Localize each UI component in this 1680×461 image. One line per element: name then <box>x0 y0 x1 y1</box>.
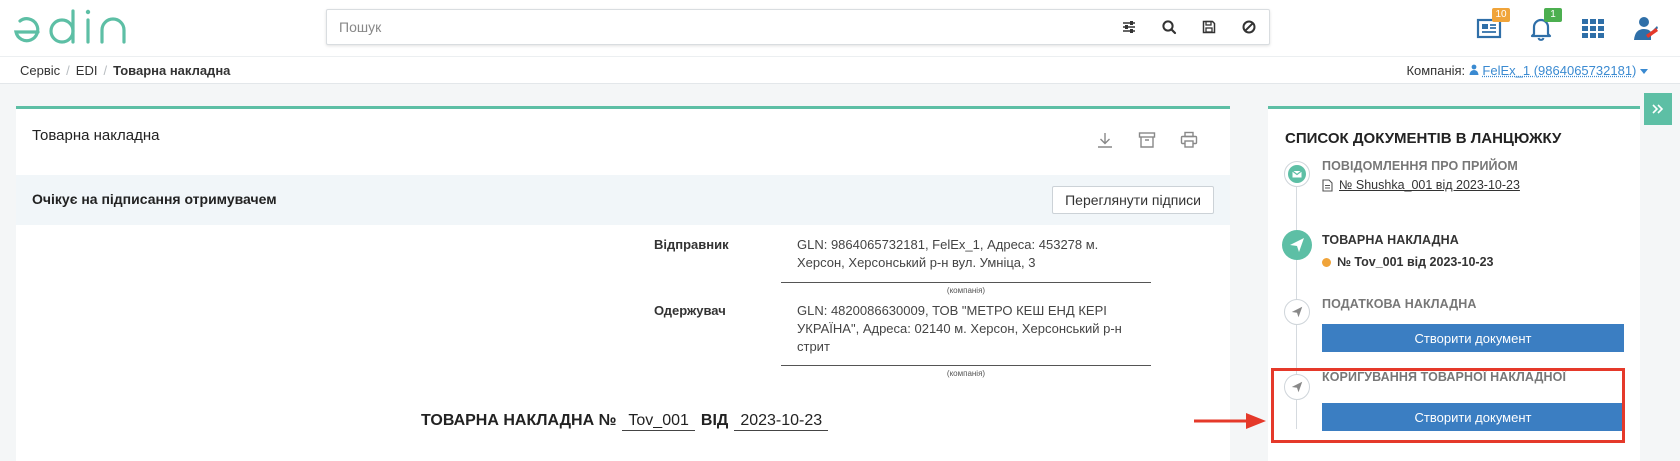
envelope-icon <box>1288 165 1306 183</box>
sliders-icon <box>1123 21 1135 33</box>
send-icon <box>1291 306 1303 318</box>
save-icon <box>1202 20 1216 34</box>
avatar-icon <box>1634 17 1658 40</box>
view-signatures-button[interactable]: Переглянути підписи <box>1052 186 1214 214</box>
ban-icon <box>1242 20 1256 34</box>
breadcrumb-current: Товарна накладна <box>113 63 231 78</box>
chain-item-subtitle: № Tov_001 від 2023-10-23 <box>1322 255 1494 269</box>
company-label: Компанія: <box>1406 63 1466 78</box>
status-bar: Очікує на підписання отримувачем Перегля… <box>16 175 1230 225</box>
company-selector: Компанія: FelEx_1 (9864065732181) <box>1406 63 1648 78</box>
create-tax-invoice-button[interactable]: Створити документ <box>1322 324 1624 352</box>
chain-item-name: ПОДАТКОВА НАКЛАДНА <box>1322 297 1477 311</box>
document-date: 2023-10-23 <box>734 412 829 431</box>
timeline-node-active <box>1282 230 1312 260</box>
timeline-node <box>1284 161 1310 187</box>
search-button[interactable] <box>1149 10 1189 44</box>
reset-search-button[interactable] <box>1229 10 1269 44</box>
documents-badge: 10 <box>1492 8 1510 22</box>
document-title: Товарна накладна <box>32 127 160 144</box>
download-button[interactable] <box>1096 131 1114 149</box>
breadcrumb-separator: / <box>103 63 108 78</box>
document-card: Товарна накладна Очікує на підписання от… <box>16 106 1230 461</box>
sender-underline <box>781 282 1151 283</box>
chain-item-subtitle: № Shushka_001 від 2023-10-23 <box>1322 178 1520 192</box>
breadcrumb-bar: Сервіс / EDI / Товарна накладна Компанія… <box>0 56 1680 84</box>
caret-down-icon[interactable] <box>1640 69 1648 75</box>
arrow-right-icon <box>1194 413 1266 429</box>
user-avatar[interactable] <box>1630 13 1660 43</box>
document-number: Tov_001 <box>622 412 695 431</box>
date-label: ВІД <box>700 412 729 429</box>
search-icon <box>1162 20 1177 35</box>
send-icon <box>1290 238 1304 252</box>
save-search-button[interactable] <box>1189 10 1229 44</box>
document-heading: ТОВАРНА НАКЛАДНА № Tov_001 ВІД 2023-10-2… <box>421 412 829 431</box>
download-icon <box>1098 133 1112 148</box>
receiver-value: GLN: 4820086630009, ТОВ "МЕТРО КЕШ ЕНД К… <box>797 303 1122 354</box>
chain-item-name: ПОВІДОМЛЕННЯ ПРО ПРИЙОМ <box>1322 159 1518 173</box>
timeline-node <box>1284 299 1310 325</box>
printer-icon <box>1180 131 1198 148</box>
chain-item-link[interactable]: № Tov_001 від 2023-10-23 <box>1337 255 1494 269</box>
highlight-box <box>1271 368 1625 443</box>
document-status: Очікує на підписання отримувачем <box>32 191 277 207</box>
chain-item-link[interactable]: № Shushka_001 від 2023-10-23 <box>1339 178 1520 192</box>
double-chevron-right-icon <box>1652 104 1664 114</box>
archive-button[interactable] <box>1138 131 1156 149</box>
edin-logo[interactable] <box>12 6 138 50</box>
notifications-badge: 1 <box>1544 8 1562 22</box>
receiver-label: Одержувач <box>654 303 726 318</box>
sender-caption: (компанія) <box>946 286 986 295</box>
collapse-panel-button[interactable] <box>1644 93 1672 125</box>
receiver-underline <box>781 365 1151 366</box>
search-input[interactable] <box>327 10 1109 44</box>
receiver-caption: (компанія) <box>946 369 986 378</box>
breadcrumb-item-edi[interactable]: EDI <box>76 63 98 78</box>
top-bar: 10 1 <box>0 0 1680 56</box>
apps-button[interactable] <box>1578 13 1608 43</box>
document-toolbar <box>1096 131 1198 149</box>
search-bar <box>326 9 1270 45</box>
filter-settings-button[interactable] <box>1109 10 1149 44</box>
sender-value: GLN: 9864065732181, FelEx_1, Адреса: 453… <box>797 237 1099 270</box>
breadcrumb: Сервіс / EDI / Товарна накладна <box>20 63 230 78</box>
header-actions: 10 1 <box>1474 8 1660 46</box>
breadcrumb-separator: / <box>66 63 70 78</box>
heading-prefix: ТОВАРНА НАКЛАДНА № <box>421 412 617 429</box>
grid-icon <box>1582 19 1604 38</box>
breadcrumb-item-service[interactable]: Сервіс <box>20 63 60 78</box>
edin-logo-mark <box>14 9 126 44</box>
user-icon <box>1469 64 1479 75</box>
print-button[interactable] <box>1180 131 1198 149</box>
archive-icon <box>1138 132 1156 148</box>
notifications-button[interactable]: 1 <box>1526 8 1562 43</box>
documents-button[interactable]: 10 <box>1474 8 1510 43</box>
sender-label: Відправник <box>654 237 729 252</box>
chain-title: СПИСОК ДОКУМЕНТІВ В ЛАНЦЮЖКУ <box>1285 130 1562 147</box>
status-dot-icon <box>1322 257 1331 267</box>
company-dropdown[interactable]: FelEx_1 (9864065732181) <box>1482 63 1636 78</box>
file-icon <box>1322 178 1333 192</box>
chain-item-name: ТОВАРНА НАКЛАДНА <box>1322 233 1459 247</box>
